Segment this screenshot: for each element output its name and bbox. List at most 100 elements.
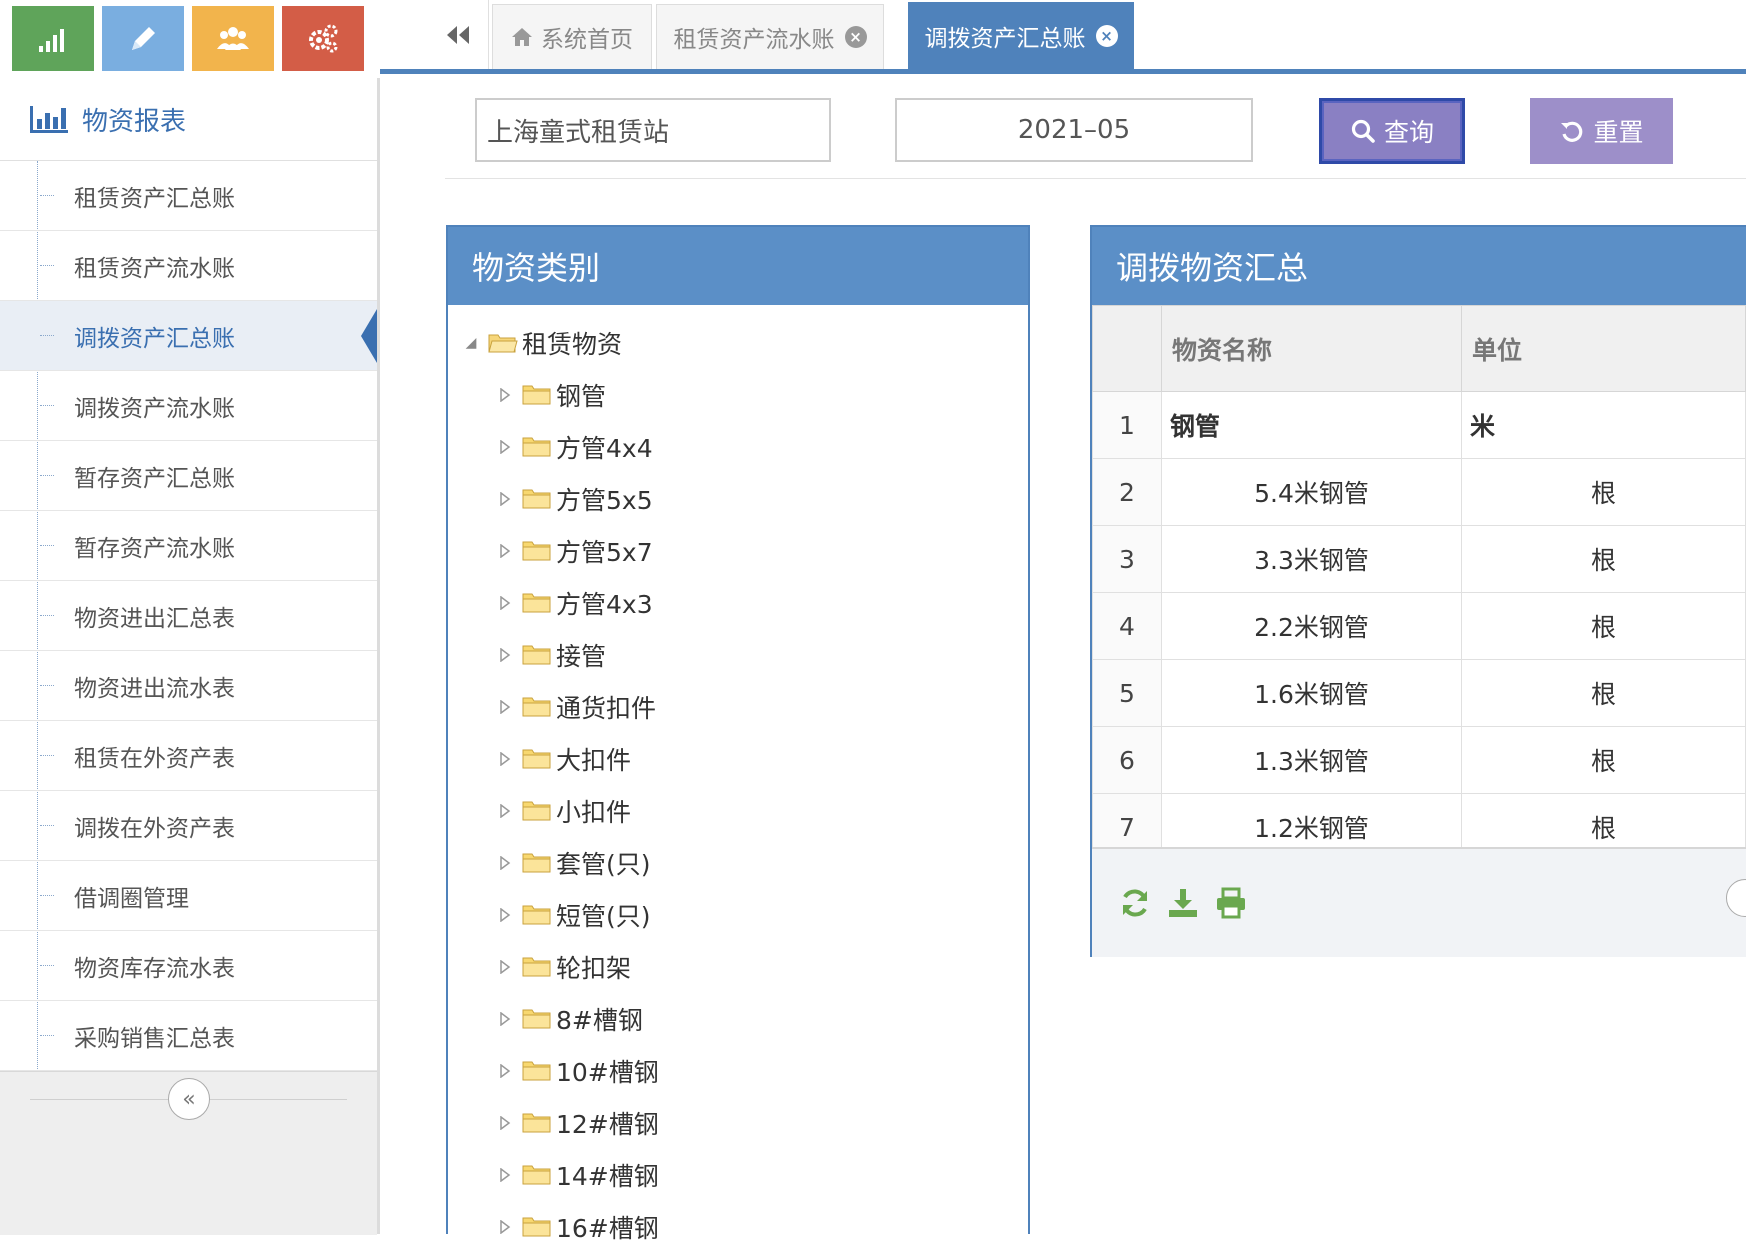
sidebar-item-label: 调拨在外资产表 (74, 815, 235, 842)
collapsed-triangle-icon[interactable] (498, 388, 512, 402)
sidebar-item[interactable]: 物资进出汇总表 (0, 581, 377, 651)
collapsed-triangle-icon[interactable] (498, 440, 512, 454)
table-row[interactable]: 4 2.2米钢管根 (1092, 592, 1746, 660)
tab-bar: 系统首页 租赁资产流水账 × 调拨资产汇总账 × (380, 0, 1746, 74)
collapsed-triangle-icon[interactable] (498, 1064, 512, 1078)
collapsed-triangle-icon[interactable] (498, 856, 512, 870)
sidebar: 物资报表 租赁资产汇总账 租赁资产流水账 调拨资产汇总账 调拨资产流水账 暂存资产汇总账… (0, 0, 380, 1235)
table-row[interactable]: 1 钢管米 (1092, 391, 1746, 459)
collapsed-triangle-icon[interactable] (498, 804, 512, 818)
tree-node[interactable]: 方管4x4 (448, 421, 1028, 473)
tree-node-label: 短管(只) (556, 902, 651, 931)
module-header[interactable]: 物资报表 (0, 78, 377, 161)
tree-node[interactable]: 方管5x5 (448, 473, 1028, 525)
tree-node[interactable]: 钢管 (448, 369, 1028, 421)
collapsed-triangle-icon[interactable] (498, 960, 512, 974)
settings-quick-button[interactable] (282, 6, 364, 71)
tree-node[interactable]: 方管4x3 (448, 577, 1028, 629)
query-button[interactable]: 查询 (1319, 98, 1465, 164)
table-row[interactable]: 5 1.6米钢管根 (1092, 659, 1746, 727)
sidebar-item[interactable]: 物资库存流水表 (0, 931, 377, 1001)
sidebar-item[interactable]: 物资进出流水表 (0, 651, 377, 721)
print-icon[interactable] (1214, 886, 1248, 920)
station-select[interactable]: 上海童式租赁站 (475, 98, 831, 162)
table-header-row: 物资名称 单位 (1092, 305, 1746, 392)
table-row[interactable]: 3 3.3米钢管根 (1092, 525, 1746, 593)
tree-node[interactable]: 12#槽钢 (448, 1097, 1028, 1149)
folder-icon (522, 1009, 551, 1029)
unit-cell: 根 (1461, 458, 1746, 526)
unit-cell: 根 (1461, 726, 1746, 794)
tree-node-root[interactable]: ◢ 租赁物资 (448, 317, 1028, 369)
sidebar-item[interactable]: 调拨资产流水账 (0, 371, 377, 441)
sidebar-item[interactable]: 采购销售汇总表 (0, 1001, 377, 1071)
table-row[interactable]: 2 5.4米钢管根 (1092, 458, 1746, 526)
reset-button[interactable]: 重置 (1530, 98, 1673, 164)
sidebar-item[interactable]: 租赁资产流水账 (0, 231, 377, 301)
folder-icon (522, 697, 551, 717)
tree-node[interactable]: 小扣件 (448, 785, 1028, 837)
active-caret-icon (361, 309, 377, 363)
tree-node[interactable]: 接管 (448, 629, 1028, 681)
collapsed-triangle-icon[interactable] (498, 596, 512, 610)
refresh-icon[interactable] (1118, 886, 1152, 920)
chart-quick-button[interactable] (12, 6, 94, 71)
users-icon (217, 26, 249, 50)
sidebar-item[interactable]: 暂存资产汇总账 (0, 441, 377, 511)
search-icon (1351, 119, 1375, 143)
folder-open-icon (488, 334, 518, 353)
collapsed-triangle-icon[interactable] (498, 544, 512, 558)
unit-cell: 米 (1461, 391, 1746, 459)
collapsed-triangle-icon[interactable] (498, 1168, 512, 1182)
tree-node[interactable]: 方管5x7 (448, 525, 1028, 577)
tree-node-label: 方管4x4 (556, 434, 653, 463)
chart-icon (39, 28, 64, 52)
tree-node[interactable]: 16#槽钢 (448, 1201, 1028, 1253)
expanded-triangle-icon[interactable]: ◢ (464, 335, 478, 351)
tree-node[interactable]: 8#槽钢 (448, 993, 1028, 1045)
tree-node[interactable]: 10#槽钢 (448, 1045, 1028, 1097)
unit-cell: 根 (1461, 525, 1746, 593)
tree-node[interactable]: 通货扣件 (448, 681, 1028, 733)
collapsed-triangle-icon[interactable] (498, 492, 512, 506)
sidebar-item[interactable]: 租赁资产汇总账 (0, 161, 377, 231)
close-icon[interactable]: × (844, 26, 867, 48)
users-quick-button[interactable] (192, 6, 274, 71)
sidebar-item[interactable]: 暂存资产流水账 (0, 511, 377, 581)
edit-quick-button[interactable] (102, 6, 184, 71)
folder-icon (522, 1217, 551, 1237)
sidebar-item[interactable]: 租赁在外资产表 (0, 721, 377, 791)
category-panel: 物资类别 ◢ 租赁物资 钢管 方管4x4 方管5x5 方管5x7 方管4x3 接管 通货扣件… (446, 225, 1030, 1243)
collapsed-triangle-icon[interactable] (498, 1116, 512, 1130)
pager-toggle[interactable] (1726, 879, 1746, 917)
tab-home[interactable]: 系统首页 (492, 4, 652, 69)
tab-transfer-summary[interactable]: 调拨资产汇总账 × (908, 2, 1134, 69)
collapsed-triangle-icon[interactable] (498, 648, 512, 662)
collapsed-triangle-icon[interactable] (498, 1012, 512, 1026)
sidebar-item[interactable]: 借调圈管理 (0, 861, 377, 931)
tree-node[interactable]: 14#槽钢 (448, 1149, 1028, 1201)
tree-node-label: 12#槽钢 (556, 1110, 659, 1139)
column-header-name[interactable]: 物资名称 (1161, 305, 1462, 392)
collapsed-triangle-icon[interactable] (498, 700, 512, 714)
tab-lease-flow[interactable]: 租赁资产流水账 × (656, 4, 884, 69)
collapse-sidebar-button[interactable]: « (168, 1078, 210, 1120)
tree-node-label: 大扣件 (556, 746, 632, 775)
tab-scroll-left-button[interactable] (428, 0, 489, 69)
sidebar-item[interactable]: 调拨资产汇总账 (0, 301, 377, 371)
collapsed-triangle-icon[interactable] (498, 908, 512, 922)
collapsed-triangle-icon[interactable] (498, 1220, 512, 1234)
close-icon[interactable]: × (1095, 25, 1118, 47)
tree-node[interactable]: 套管(只) (448, 837, 1028, 889)
tree-node[interactable]: 大扣件 (448, 733, 1028, 785)
column-header-unit[interactable]: 单位 (1461, 305, 1746, 392)
tree-node[interactable]: 短管(只) (448, 889, 1028, 941)
month-picker[interactable]: 2021–05 (895, 98, 1253, 162)
download-icon[interactable] (1166, 886, 1200, 920)
folder-icon (522, 645, 551, 665)
table-row[interactable]: 6 1.3米钢管根 (1092, 726, 1746, 794)
double-chevron-left-icon: « (182, 1086, 196, 1112)
tree-node[interactable]: 轮扣架 (448, 941, 1028, 993)
collapsed-triangle-icon[interactable] (498, 752, 512, 766)
sidebar-item[interactable]: 调拨在外资产表 (0, 791, 377, 861)
